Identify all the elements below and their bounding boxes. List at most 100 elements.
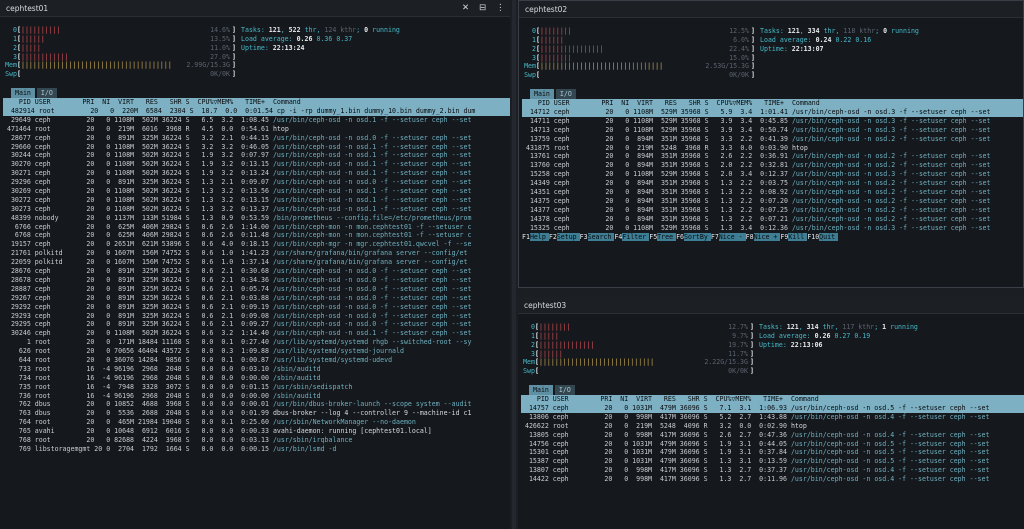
- process-row[interactable]: 28676 ceph 20 0 891M 325M 36224 S 0.6 2.…: [3, 267, 510, 276]
- process-row[interactable]: 734 root 16 -4 96196 2968 2048 S 0.0 0.0…: [3, 374, 510, 383]
- process-row[interactable]: 14377 ceph 20 0 894M 351M 35968 S 1.3 2.…: [522, 206, 1023, 215]
- fkey-f1[interactable]: F1: [522, 233, 530, 241]
- process-row[interactable]: 733 root 16 -4 96196 2968 2048 S 0.0 0.0…: [3, 365, 510, 374]
- fkey-label[interactable]: Setup: [556, 233, 580, 242]
- process-row[interactable]: 14351 ceph 20 0 894M 351M 35968 S 1.3 2.…: [522, 188, 1023, 197]
- fkey-label[interactable]: Tree: [657, 233, 677, 242]
- process-row[interactable]: 15325 ceph 20 0 1108M 529M 35968 S 1.3 3…: [522, 224, 1023, 233]
- tab-io[interactable]: I/O: [555, 89, 576, 100]
- process-row-selected[interactable]: 14712 ceph 20 0 1108M 529M 35968 S 5.9 3…: [522, 108, 1023, 117]
- process-row[interactable]: 22059 polkitd 20 0 1607M 156M 74752 S 0.…: [3, 258, 510, 267]
- process-row[interactable]: 14378 ceph 20 0 894M 351M 35968 S 1.3 2.…: [522, 215, 1023, 224]
- process-row[interactable]: 764 root 20 0 465M 21984 19040 S 0.0 0.1…: [3, 418, 510, 427]
- process-row[interactable]: 30273 ceph 20 0 1108M 502M 36224 S 1.3 3…: [3, 205, 510, 214]
- menu-icon[interactable]: ⋮: [496, 3, 505, 13]
- process-row[interactable]: 30270 ceph 20 0 1108M 502M 36224 S 1.9 3…: [3, 160, 510, 169]
- process-row[interactable]: 626 root 20 0 70656 46404 43572 S 0.0 0.…: [3, 347, 510, 356]
- fkey-label[interactable]: Nice -: [718, 233, 746, 242]
- tab-io[interactable]: I/O: [554, 385, 575, 396]
- window-divider[interactable]: [512, 0, 516, 529]
- window-titlebar[interactable]: cephtest01 ✕ ⊟ ⋮: [0, 0, 510, 17]
- process-row[interactable]: 768 root 20 0 82688 4224 3968 S 0.0 0.0 …: [3, 436, 510, 445]
- fkey-label[interactable]: Help: [529, 233, 549, 242]
- process-row[interactable]: 29295 ceph 20 0 891M 325M 36224 S 0.6 2.…: [3, 320, 510, 329]
- process-row[interactable]: 19157 ceph 20 0 2651M 621M 53896 S 0.6 4…: [3, 240, 510, 249]
- fkey-label[interactable]: SortBy: [684, 233, 711, 242]
- process-table-header[interactable]: PID USER PRI NI VIRT RES SHR S CPU%▽MEM%…: [522, 99, 1023, 109]
- process-row[interactable]: 15387 ceph 20 0 1031M 479M 36096 S 1.3 3…: [521, 457, 1024, 466]
- process-row-selected[interactable]: 14757 ceph 20 0 1031M 479M 36096 S 7.1 3…: [521, 404, 1024, 413]
- process-row[interactable]: 736 root 16 -4 96196 2968 2048 S 0.0 0.0…: [3, 392, 510, 401]
- process-row[interactable]: 29660 ceph 20 0 1108M 502M 36224 S 3.2 3…: [3, 143, 510, 152]
- process-row[interactable]: 48399 nobody 20 0 1137M 133M 51984 S 1.3…: [3, 214, 510, 223]
- process-row[interactable]: 765 avahi 20 0 10648 6912 6016 S 0.0 0.0…: [3, 427, 510, 436]
- process-table-header[interactable]: PID USER PRI NI VIRT RES SHR S CPU%▽MEM%…: [3, 98, 510, 108]
- process-row[interactable]: 15258 ceph 20 0 1108M 529M 35968 S 2.0 3…: [522, 170, 1023, 179]
- process-row[interactable]: 29293 ceph 20 0 891M 325M 36224 S 0.6 2.…: [3, 312, 510, 321]
- process-row[interactable]: 30269 ceph 20 0 1108M 502M 36224 S 1.3 3…: [3, 187, 510, 196]
- fkey-f3[interactable]: F3: [580, 233, 588, 241]
- fkey-label[interactable]: Filter: [622, 233, 650, 242]
- process-table-header[interactable]: PID USER PRI NI VIRT RES SHR S CPU%▽MEM%…: [521, 395, 1024, 405]
- fkey-label[interactable]: Kill: [788, 233, 808, 242]
- process-row[interactable]: 735 root 16 -4 7948 3328 3072 S 0.0 0.0 …: [3, 383, 510, 392]
- fkey-f7[interactable]: F7: [711, 233, 719, 241]
- terminal-window-cephtest02[interactable]: cephtest02 0 [|||||||| 12.5%] Tasks: 121, 3…: [518, 0, 1024, 288]
- fkey-f5[interactable]: F5: [649, 233, 657, 241]
- process-row[interactable]: 30244 ceph 20 0 1108M 502M 36224 S 1.9 3…: [3, 151, 510, 160]
- process-row[interactable]: 30272 ceph 20 0 1108M 502M 36224 S 1.3 3…: [3, 196, 510, 205]
- window-titlebar[interactable]: cephtest02: [519, 1, 1023, 18]
- terminal-window-cephtest03[interactable]: cephtest03 0 [|||||||| 12.7%] Tasks: 121, 3…: [518, 297, 1024, 529]
- process-row[interactable]: 30246 ceph 20 0 1108M 502M 36224 S 0.6 3…: [3, 329, 510, 338]
- fkey-f2[interactable]: F2: [549, 233, 557, 241]
- process-row[interactable]: 13805 ceph 20 0 998M 417M 36096 S 2.6 2.…: [521, 431, 1024, 440]
- process-row[interactable]: 431875 root 20 0 219M 5248 3968 R 3.3 0.…: [522, 144, 1023, 153]
- process-row[interactable]: 763 dbus 20 0 5536 2688 2048 S 0.0 0.0 0…: [3, 409, 510, 418]
- process-row[interactable]: 644 root 20 0 36076 14284 9856 S 0.0 0.1…: [3, 356, 510, 365]
- fkey-label[interactable]: Search: [587, 233, 615, 242]
- close-icon[interactable]: ✕: [462, 3, 469, 13]
- process-row[interactable]: 13806 ceph 20 0 998M 417M 36096 S 5.2 2.…: [521, 413, 1024, 422]
- process-row[interactable]: 28887 ceph 20 0 891M 325M 36224 S 0.6 2.…: [3, 285, 510, 294]
- process-row[interactable]: 29649 ceph 20 0 1108M 502M 36224 S 6.5 3…: [3, 116, 510, 125]
- process-row-selected[interactable]: 482914 root 20 0 220M 6584 2304 S 18.7 0…: [3, 107, 510, 116]
- process-row[interactable]: 13759 ceph 20 0 894M 351M 35968 S 3.3 2.…: [522, 135, 1023, 144]
- process-row[interactable]: 762 dbus 20 0 10852 4688 3968 S 0.0 0.0 …: [3, 400, 510, 409]
- process-row[interactable]: 21761 polkitd 20 0 1607M 156M 74752 S 0.…: [3, 249, 510, 258]
- process-row[interactable]: 426622 root 20 0 219M 5248 4096 R 3.2 0.…: [521, 422, 1024, 431]
- process-row[interactable]: 14756 ceph 20 0 1031M 479M 36096 S 1.9 3…: [521, 440, 1024, 449]
- fkey-f8[interactable]: F8: [746, 233, 754, 241]
- process-row[interactable]: 14713 ceph 20 0 1108M 529M 35968 S 3.9 3…: [522, 126, 1023, 135]
- process-row[interactable]: 6768 ceph 20 0 625M 406M 29824 S 0.6 2.6…: [3, 231, 510, 240]
- process-row[interactable]: 14375 ceph 20 0 894M 351M 35968 S 1.3 2.…: [522, 197, 1023, 206]
- fkey-f6[interactable]: F6: [676, 233, 684, 241]
- process-row[interactable]: 769 libstoragemgmt 20 0 2704 1792 1664 S…: [3, 445, 510, 454]
- process-row[interactable]: 471464 root 20 0 219M 6016 3968 R 4.5 0.…: [3, 125, 510, 134]
- process-row[interactable]: 29296 ceph 20 0 891M 325M 36224 S 1.3 2.…: [3, 178, 510, 187]
- tab-main[interactable]: Main: [529, 385, 553, 396]
- process-row[interactable]: 28677 ceph 20 0 891M 325M 36224 S 3.2 2.…: [3, 134, 510, 143]
- stat-value: 22:13:06: [790, 340, 823, 349]
- process-row[interactable]: 14349 ceph 20 0 894M 351M 35968 S 1.3 2.…: [522, 179, 1023, 188]
- fkey-label[interactable]: Nice +: [753, 233, 781, 242]
- tab-io[interactable]: I/O: [36, 88, 57, 99]
- process-row[interactable]: 13760 ceph 20 0 894M 351M 35968 S 2.0 2.…: [522, 161, 1023, 170]
- process-row[interactable]: 6766 ceph 20 0 625M 406M 29824 S 0.6 2.6…: [3, 223, 510, 232]
- process-row[interactable]: 13807 ceph 20 0 998M 417M 36096 S 1.3 2.…: [521, 466, 1024, 475]
- process-row[interactable]: 14422 ceph 20 0 998M 417M 36096 S 1.3 2.…: [521, 475, 1024, 484]
- tab-main[interactable]: Main: [11, 88, 35, 99]
- fkey-f10[interactable]: F10: [807, 233, 819, 241]
- process-row[interactable]: 29292 ceph 20 0 891M 325M 36224 S 0.6 2.…: [3, 303, 510, 312]
- terminal-window-cephtest01[interactable]: cephtest01 ✕ ⊟ ⋮ 0 [|||||||||| 14.6%] Tasks…: [0, 0, 510, 529]
- process-row[interactable]: 13761 ceph 20 0 894M 351M 35968 S 2.6 2.…: [522, 152, 1023, 161]
- process-row[interactable]: 29267 ceph 20 0 891M 325M 36224 S 0.6 2.…: [3, 294, 510, 303]
- tab-main[interactable]: Main: [530, 89, 554, 100]
- process-row[interactable]: 1 root 20 0 171M 18484 11168 S 0.0 0.1 0…: [3, 338, 510, 347]
- process-row[interactable]: 14711 ceph 20 0 1108M 529M 35968 S 3.9 3…: [522, 117, 1023, 126]
- process-row[interactable]: 15301 ceph 20 0 1031M 479M 36096 S 1.9 3…: [521, 448, 1024, 457]
- fkey-label[interactable]: Quit: [819, 233, 839, 242]
- process-row[interactable]: 28678 ceph 20 0 891M 325M 36224 S 0.6 2.…: [3, 276, 510, 285]
- split-icon[interactable]: ⊟: [479, 3, 486, 13]
- process-row[interactable]: 30271 ceph 20 0 1108M 502M 36224 S 1.9 3…: [3, 169, 510, 178]
- window-titlebar[interactable]: cephtest03: [518, 297, 1024, 314]
